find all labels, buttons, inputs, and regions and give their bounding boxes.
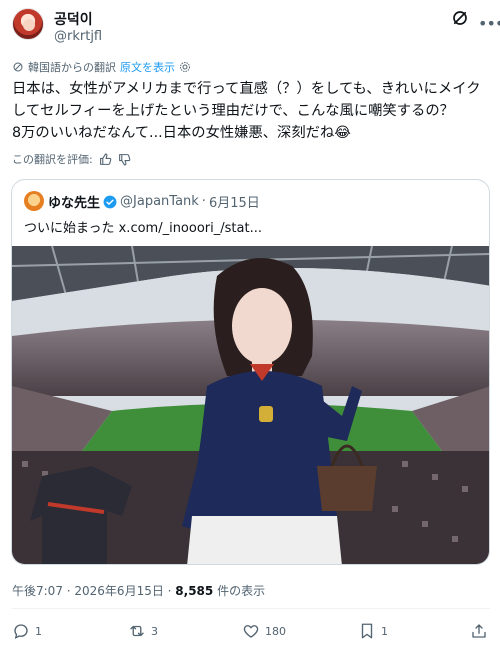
rate-translation: この翻訳を評価: (12, 151, 131, 167)
quote-avatar[interactable] (24, 191, 44, 211)
quote-header: ゆな先生 @JapanTank · 6月15日 (48, 192, 260, 211)
quote-separator: · (201, 194, 206, 209)
thumbs-up-icon[interactable] (99, 153, 112, 166)
grok-icon[interactable] (451, 9, 469, 27)
quote-display-name[interactable]: ゆな先生 (48, 192, 100, 211)
avatar-face (23, 19, 35, 31)
repost-button[interactable]: 3 (128, 622, 158, 640)
bookmark-count: 1 (381, 624, 388, 638)
repost-count: 3 (151, 624, 158, 638)
reply-count: 1 (35, 624, 42, 638)
repost-icon (130, 625, 144, 637)
reply-icon (14, 624, 28, 639)
quote-handle[interactable]: @JapanTank (120, 194, 199, 209)
quoted-tweet[interactable]: ゆな先生 @JapanTank · 6月15日 ついに始まった x.com/_i… (11, 179, 490, 565)
time-date[interactable]: 午後7:07 · 2026年6月15日 · (12, 584, 175, 598)
author-avatar[interactable] (12, 8, 44, 40)
like-button[interactable]: 180 (242, 622, 286, 640)
tweet-timestamp: 午後7:07 · 2026年6月15日 · 8,585 件の表示 (12, 582, 265, 599)
tweet-line: 8万のいいねだなんて...日本の女性嫌悪、深刻だね😂 (12, 125, 351, 141)
verified-badge-icon (103, 195, 117, 208)
tweet-line: 日本は、女性がアメリカまで行って直感（？）をしても、きれいにメイク (12, 81, 481, 97)
tweet-line: してセルフィーを上げたという理由だけで、こんな風に嘲笑するの？ (12, 103, 454, 119)
author-display-name[interactable]: 공덕이 (54, 9, 93, 29)
bookmark-button[interactable]: 1 (358, 622, 388, 640)
bookmark-icon (361, 623, 373, 639)
action-bar: 1 3 180 1 (12, 622, 490, 644)
reply-button[interactable]: 1 (12, 622, 42, 640)
like-count: 180 (265, 624, 286, 638)
translation-label: 韓国語からの翻訳 (28, 61, 116, 74)
divider (12, 608, 490, 609)
rate-translation-label: この翻訳を評価: (12, 153, 93, 166)
quote-media-image[interactable] (12, 246, 490, 565)
share-icon (472, 624, 486, 638)
quote-date[interactable]: 6月15日 (209, 192, 260, 211)
share-button[interactable] (470, 622, 488, 640)
view-count: 8,585 (175, 584, 214, 598)
quote-text: ついに始まった x.com/_inooori_/stat... (24, 221, 262, 236)
tweet-text: 日本は、女性がアメリカまで行って直感（？）をしても、きれいにメイク してセルフィ… (12, 78, 492, 144)
author-handle[interactable]: @rkrtjfl (54, 29, 102, 44)
thumbs-down-icon[interactable] (118, 153, 131, 166)
translation-bar: 韓国語からの翻訳 原文を表示 (12, 59, 191, 75)
more-icon[interactable]: ••• (478, 14, 500, 33)
like-icon (243, 625, 259, 638)
settings-icon[interactable] (179, 61, 191, 73)
views-label: 件の表示 (213, 584, 266, 598)
translate-icon (13, 62, 23, 72)
show-original-link[interactable]: 原文を表示 (120, 59, 175, 75)
